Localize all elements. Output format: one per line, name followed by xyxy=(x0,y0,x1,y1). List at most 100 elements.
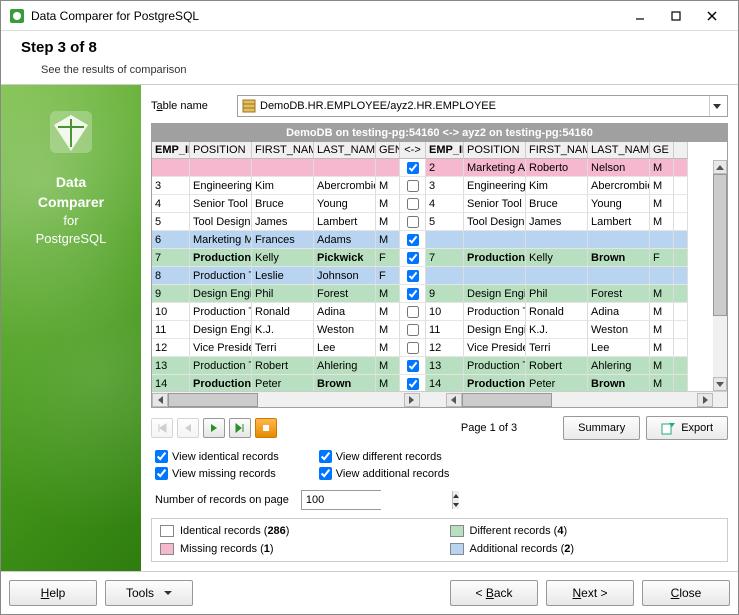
row-sync-checkbox[interactable] xyxy=(407,324,419,336)
minimize-button[interactable] xyxy=(622,4,658,28)
table-cell: M xyxy=(650,285,674,303)
spin-down-button[interactable] xyxy=(453,500,459,509)
table-cell: Vice Preside xyxy=(464,339,526,357)
table-cell: Robert xyxy=(252,357,314,375)
col-header[interactable]: FIRST_NAM xyxy=(526,142,588,159)
table-cell: Abercrombie xyxy=(588,177,650,195)
export-button[interactable]: Export xyxy=(646,416,728,440)
table-cell: 10 xyxy=(152,303,190,321)
view-different-checkbox[interactable]: View different records xyxy=(319,450,450,463)
row-sync-checkbox[interactable] xyxy=(407,288,419,300)
col-header[interactable]: GEND xyxy=(376,142,400,159)
scroll-right-button[interactable] xyxy=(697,393,713,407)
page-prev-button[interactable] xyxy=(177,418,199,438)
col-header[interactable]: LAST_NAME xyxy=(588,142,650,159)
row-sync-checkbox[interactable] xyxy=(407,162,419,174)
table-cell: Production T xyxy=(190,303,252,321)
table-cell: Bruce xyxy=(526,195,588,213)
horizontal-scrollbar-left[interactable] xyxy=(152,391,420,407)
table-cell: Adina xyxy=(314,303,376,321)
table-cell: 4 xyxy=(426,195,464,213)
legend-different: Different records (4) xyxy=(450,525,720,537)
table-cell: Pickwick xyxy=(314,249,376,267)
scroll-down-button[interactable] xyxy=(713,377,727,391)
table-cell xyxy=(588,231,650,249)
close-dialog-button[interactable]: Close xyxy=(642,580,730,606)
row-sync-checkbox[interactable] xyxy=(407,252,419,264)
row-sync-checkbox[interactable] xyxy=(407,270,419,282)
row-sync-checkbox[interactable] xyxy=(407,234,419,246)
horizontal-scrollbar-right[interactable] xyxy=(446,391,714,407)
page-last-button[interactable] xyxy=(229,418,251,438)
scroll-left-button[interactable] xyxy=(152,393,168,407)
view-missing-checkbox[interactable]: View missing records xyxy=(155,467,279,480)
col-header[interactable]: EMP_ID xyxy=(426,142,464,159)
export-icon xyxy=(661,421,675,435)
numrec-spinner[interactable] xyxy=(301,490,381,510)
summary-button[interactable]: Summary xyxy=(563,416,640,440)
col-header[interactable]: POSITION xyxy=(464,142,526,159)
row-sync-checkbox[interactable] xyxy=(407,198,419,210)
table-cell: Engineering xyxy=(464,177,526,195)
chevron-down-icon xyxy=(709,96,723,116)
tablename-combo[interactable]: DemoDB.HR.EMPLOYEE/ayz2.HR.EMPLOYEE xyxy=(237,95,728,117)
table-cell: Production T xyxy=(190,357,252,375)
spin-up-button[interactable] xyxy=(453,491,459,500)
page-next-button[interactable] xyxy=(203,418,225,438)
scroll-right-button[interactable] xyxy=(404,393,420,407)
scroll-up-button[interactable] xyxy=(713,160,727,174)
table-cell xyxy=(650,267,674,285)
sync-column-header: <-> xyxy=(400,142,426,159)
legend-missing: Missing records (1) xyxy=(160,543,430,555)
table-cell: Young xyxy=(588,195,650,213)
maximize-button[interactable] xyxy=(658,4,694,28)
tablename-value: DemoDB.HR.EMPLOYEE/ayz2.HR.EMPLOYEE xyxy=(260,100,705,112)
table-cell: Johnson xyxy=(314,267,376,285)
page-first-button[interactable] xyxy=(151,418,173,438)
table-cell: M xyxy=(376,285,400,303)
row-sync-checkbox[interactable] xyxy=(407,360,419,372)
vertical-scrollbar[interactable] xyxy=(713,160,727,391)
table-cell: F xyxy=(650,249,674,267)
tools-button[interactable]: Tools xyxy=(105,580,193,606)
view-additional-checkbox[interactable]: View additional records xyxy=(319,467,450,480)
table-cell: 5 xyxy=(426,213,464,231)
scroll-thumb[interactable] xyxy=(713,174,727,316)
back-button[interactable]: < Back xyxy=(450,580,538,606)
scroll-thumb-h[interactable] xyxy=(462,393,552,407)
col-header[interactable]: POSITION xyxy=(190,142,252,159)
row-sync-checkbox[interactable] xyxy=(407,306,419,318)
col-header[interactable]: FIRST_NAM xyxy=(252,142,314,159)
scroll-thumb-h[interactable] xyxy=(168,393,258,407)
view-identical-checkbox[interactable]: View identical records xyxy=(155,450,279,463)
table-cell: Senior Tool xyxy=(464,195,526,213)
table-cell: Kelly xyxy=(252,249,314,267)
close-button[interactable] xyxy=(694,4,730,28)
col-header[interactable]: GE xyxy=(650,142,674,159)
table-cell xyxy=(314,159,376,177)
table-cell: Engineering xyxy=(190,177,252,195)
table-cell: Marketing Ma xyxy=(190,231,252,249)
table-cell xyxy=(426,231,464,249)
row-sync-checkbox[interactable] xyxy=(407,378,419,390)
table-cell: 11 xyxy=(426,321,464,339)
table-cell: Ronald xyxy=(526,303,588,321)
col-header[interactable]: LAST_NAME xyxy=(314,142,376,159)
table-cell: 10 xyxy=(426,303,464,321)
scroll-left-button[interactable] xyxy=(446,393,462,407)
row-sync-checkbox[interactable] xyxy=(407,216,419,228)
numrec-input[interactable] xyxy=(302,491,452,509)
next-button[interactable]: Next > xyxy=(546,580,634,606)
page-refresh-button[interactable] xyxy=(255,418,277,438)
table-cell: Peter xyxy=(252,375,314,391)
table-cell: Forest xyxy=(588,285,650,303)
app-icon xyxy=(9,8,25,24)
col-header[interactable]: EMP_ID xyxy=(152,142,190,159)
table-cell: Tool Designe xyxy=(190,213,252,231)
table-cell: Design Engin xyxy=(190,321,252,339)
help-button[interactable]: Help xyxy=(9,580,97,606)
table-cell: Vice Preside xyxy=(190,339,252,357)
row-sync-checkbox[interactable] xyxy=(407,180,419,192)
table-cell: Frances xyxy=(252,231,314,249)
row-sync-checkbox[interactable] xyxy=(407,342,419,354)
